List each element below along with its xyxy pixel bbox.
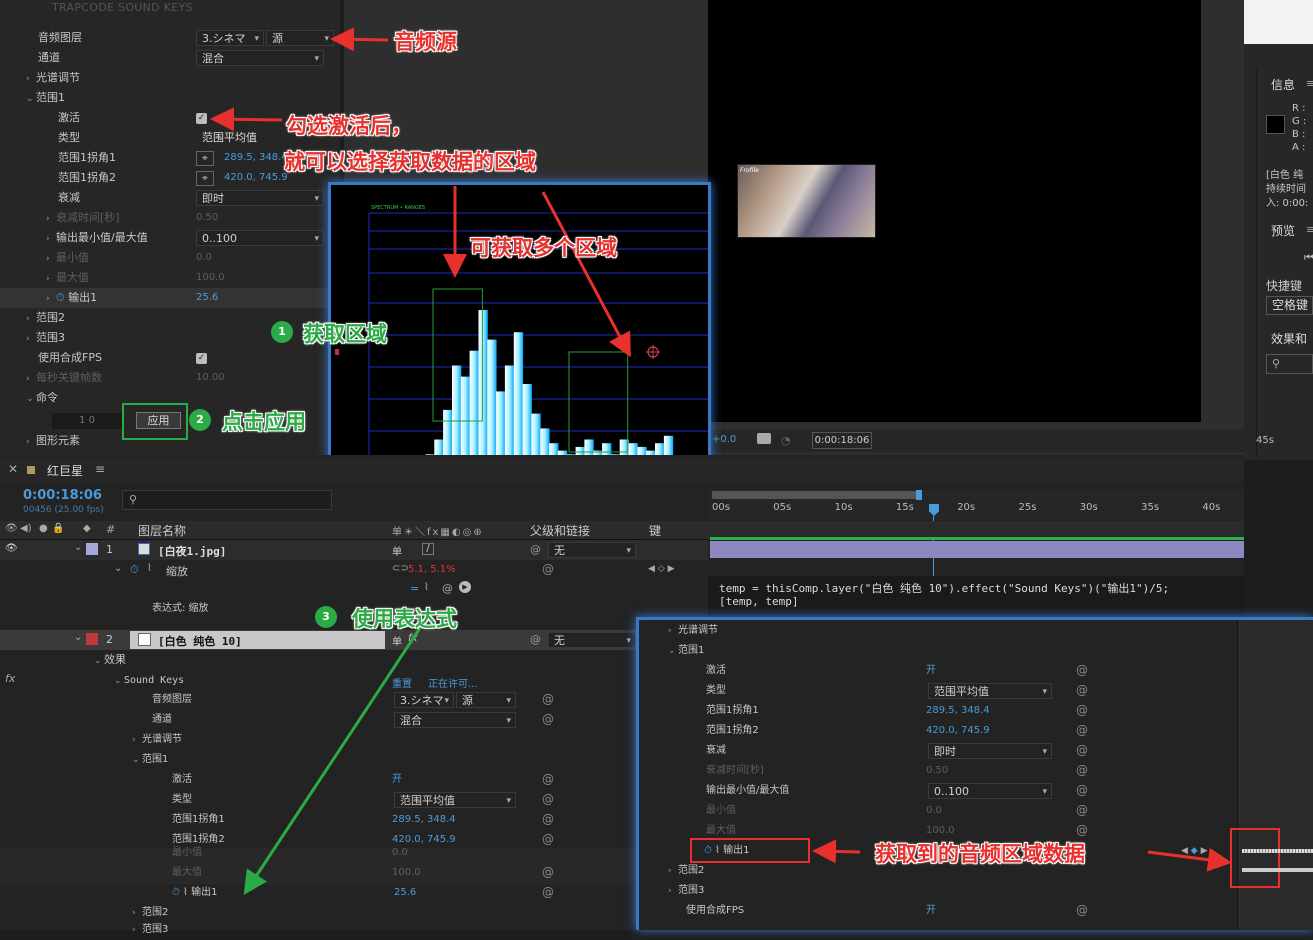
badge-2: 2 xyxy=(189,409,211,431)
arrow-check-active xyxy=(210,107,283,132)
annotation-arrows xyxy=(210,27,1232,896)
callout-check-line2: 就可以选择获取数据的区域 xyxy=(284,150,536,174)
arrow-region-2 xyxy=(541,191,631,358)
arrow-use-expression xyxy=(243,627,422,896)
arrow-got-data xyxy=(812,839,861,864)
callout-got-data: 获取到的音频区域数据 xyxy=(875,842,1085,866)
badge-3: 3 xyxy=(315,606,337,628)
callout-audio-source: 音频源 xyxy=(394,30,457,54)
callout-get-region: 获取区域 xyxy=(303,322,387,346)
badge-1: 1 xyxy=(271,321,293,343)
callout-click-apply: 点击应用 xyxy=(222,410,306,434)
arrow-to-keyframes xyxy=(1147,847,1232,872)
callout-check-line1: 勾选激活后， xyxy=(286,114,412,138)
callout-use-expression: 使用表达式 xyxy=(352,607,457,631)
callout-multi-region: 可获取多个区域 xyxy=(470,236,617,260)
arrow-audio-source xyxy=(330,27,389,52)
